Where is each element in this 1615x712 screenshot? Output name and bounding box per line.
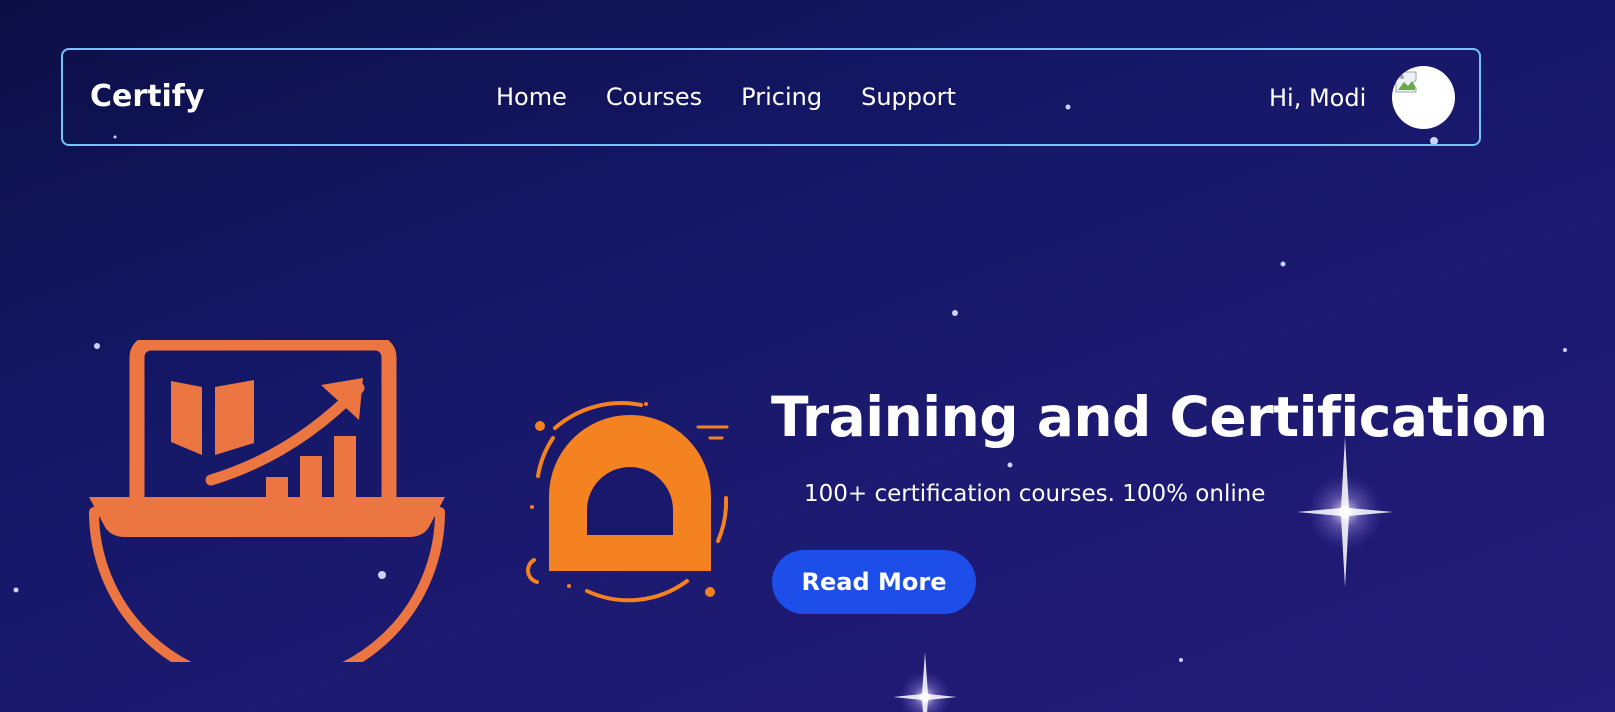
user-avatar[interactable] <box>1392 66 1455 129</box>
sparkle-star <box>893 652 957 712</box>
hero-title: Training and Certification <box>771 385 1548 449</box>
laptop-growth-chart-icon <box>89 340 445 662</box>
nav-link-home[interactable]: Home <box>496 83 567 111</box>
sparkle-star <box>1297 437 1393 587</box>
nav-item-pricing: Pricing <box>741 83 822 111</box>
nav-item-support: Support <box>861 83 956 111</box>
top-navbar: Certify Home Courses Pricing Support Hi,… <box>61 48 1481 146</box>
nav-link-pricing[interactable]: Pricing <box>741 83 822 111</box>
nav-item-courses: Courses <box>606 83 702 111</box>
nav-item-home: Home <box>496 83 567 111</box>
nav-link-support[interactable]: Support <box>861 83 956 111</box>
nav-links: Home Courses Pricing Support <box>496 83 956 111</box>
user-greeting: Hi, Modi <box>1269 84 1367 112</box>
nav-link-courses[interactable]: Courses <box>606 83 702 111</box>
brand-logo[interactable]: Certify <box>90 79 204 115</box>
broken-image-icon <box>1395 71 1417 93</box>
hero-subtitle: 100+ certification courses. 100% online <box>804 481 1266 507</box>
read-more-button[interactable]: Read More <box>772 550 976 614</box>
certificate-badge-icon <box>526 401 729 603</box>
